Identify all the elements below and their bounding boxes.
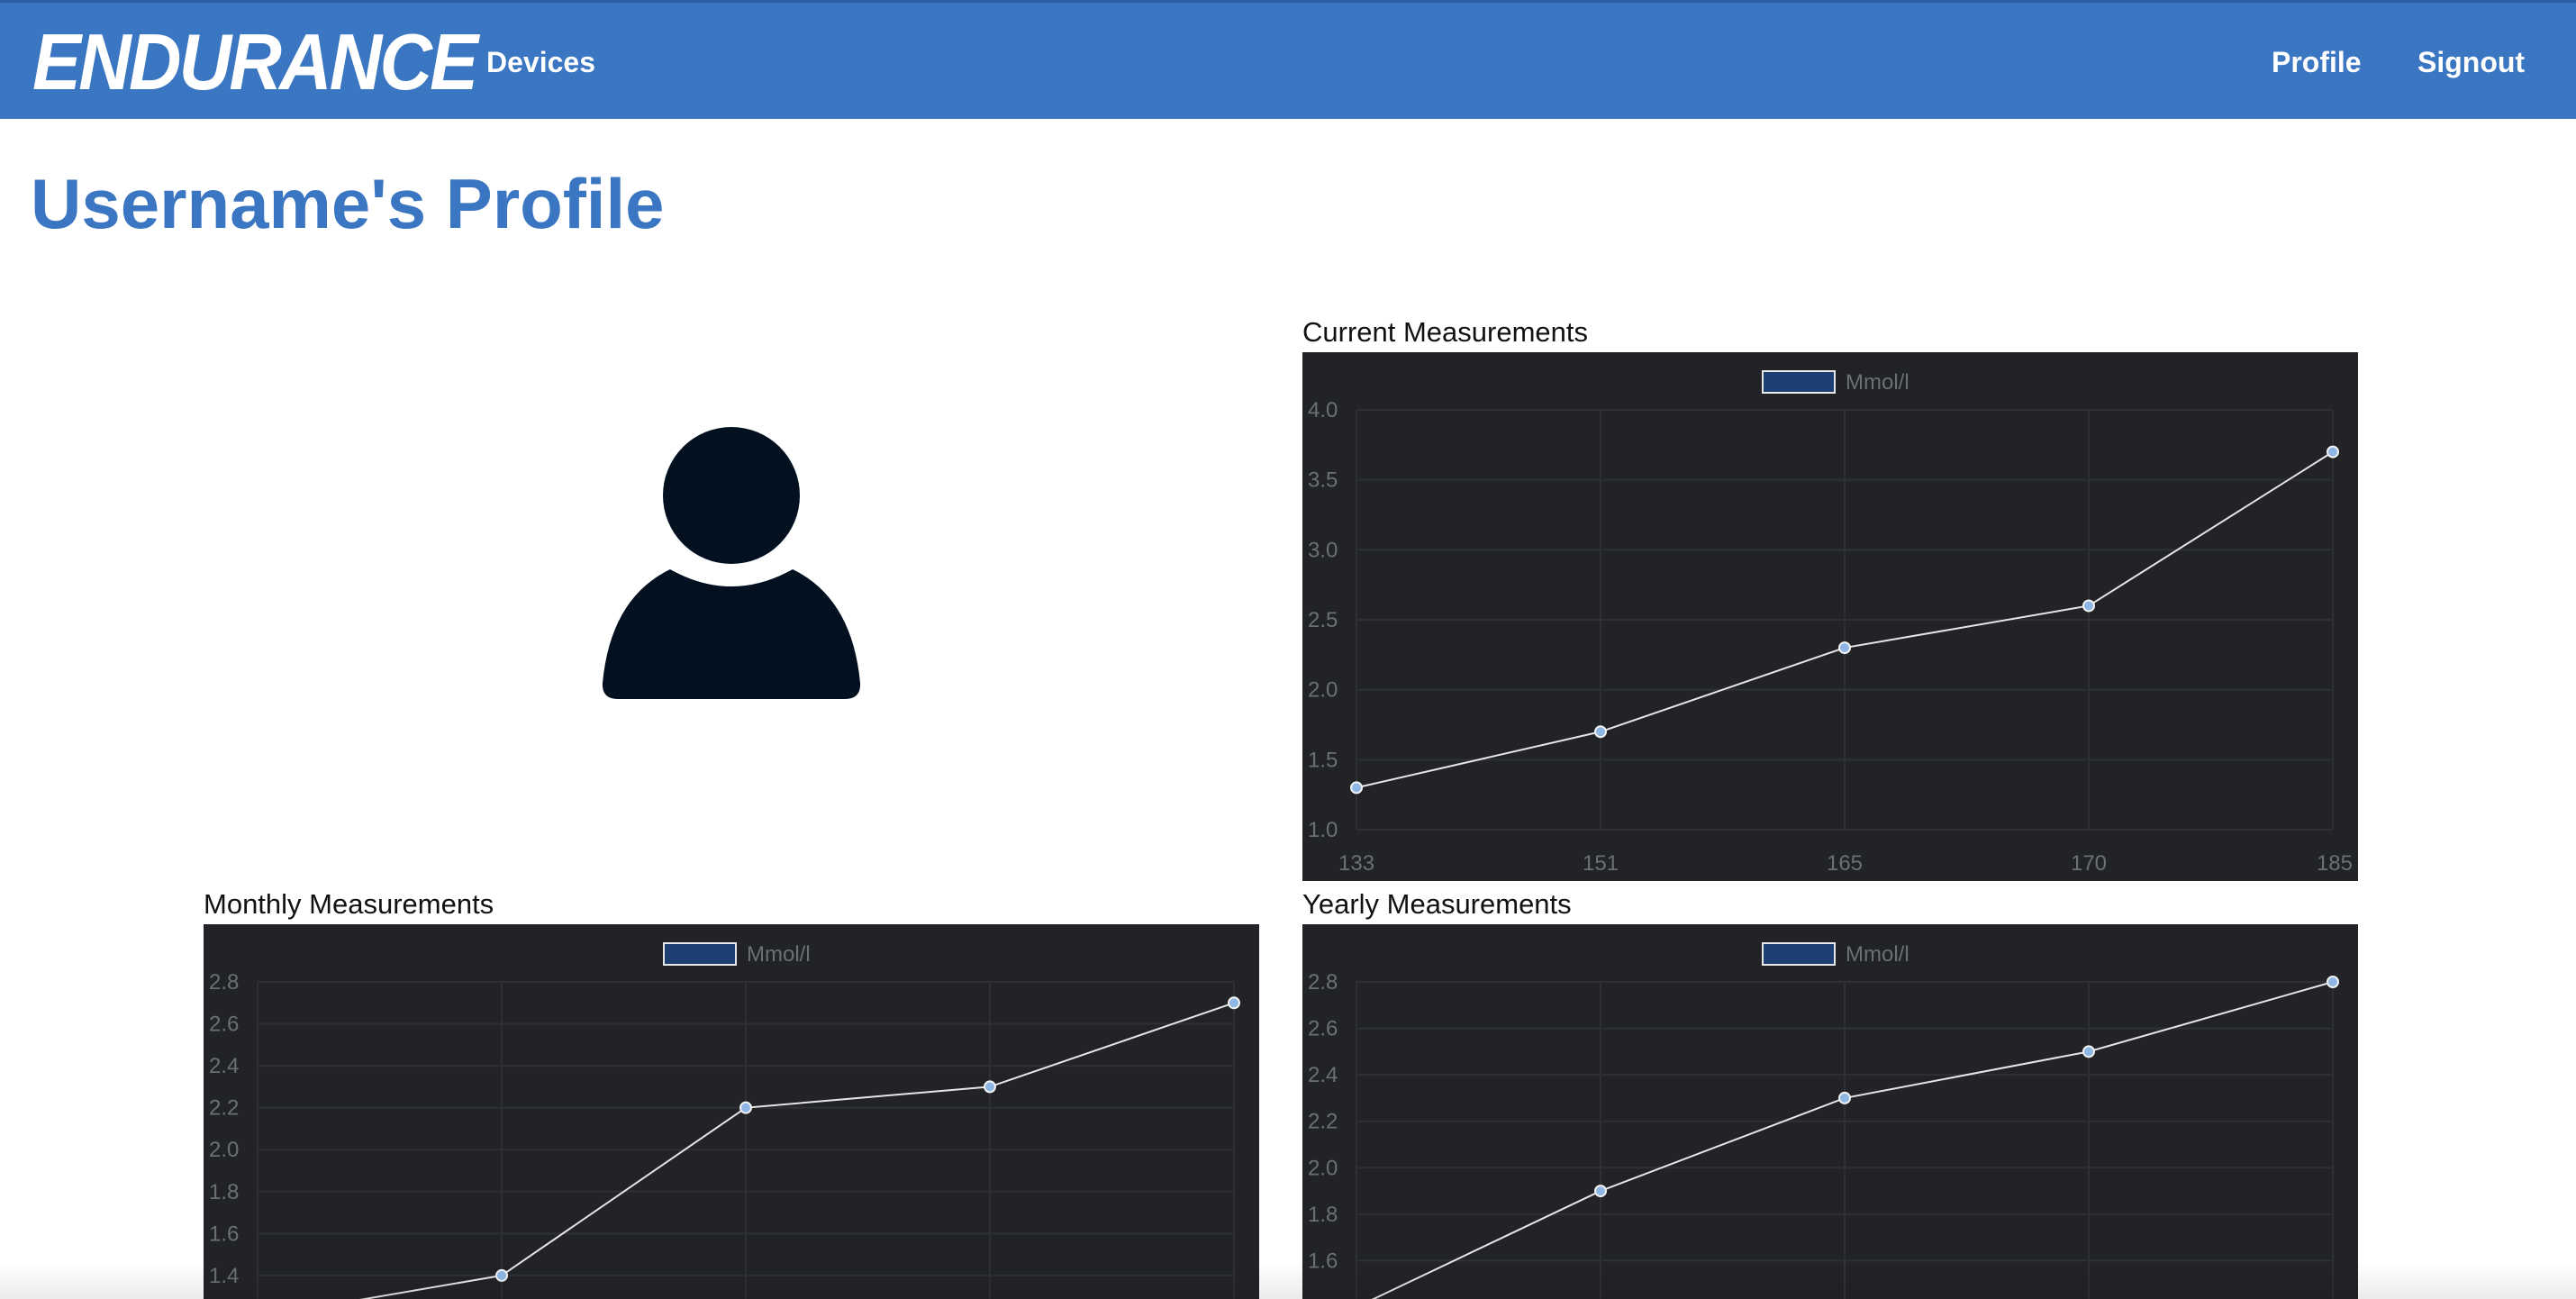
avatar-body — [602, 569, 861, 699]
brand-logo[interactable]: ENDURANCE — [32, 17, 478, 107]
y-tick-label: 2.0 — [1308, 1156, 1338, 1180]
data-point[interactable] — [2327, 976, 2339, 988]
y-tick-label: 1.6 — [209, 1222, 239, 1246]
y-tick-label: 1.8 — [1308, 1203, 1338, 1227]
y-tick-label: 4.0 — [1308, 398, 1338, 422]
y-tick-label: 2.8 — [209, 970, 239, 995]
x-tick-label: 165 — [1827, 851, 1863, 876]
user-silhouette-icon — [602, 427, 861, 699]
y-tick-label: 1.5 — [1308, 748, 1338, 772]
y-tick-label: 2.8 — [1308, 970, 1338, 995]
y-tick-label: 1.6 — [1308, 1249, 1338, 1273]
yearly-measurements-svg: Mmol/l 1.4 1.6 1.8 2.0 2.2 2.4 2.6 2.8 — [1308, 942, 2339, 1299]
legend-label: Mmol/l — [1846, 370, 1909, 395]
y-tick-label: 2.4 — [209, 1054, 239, 1078]
y-tick-label: 1.0 — [1308, 818, 1338, 842]
page-title: Username's Profile — [31, 164, 665, 243]
nav-link-devices[interactable]: Devices — [486, 39, 595, 86]
yearly-measurements-title: Yearly Measurements — [1302, 888, 1572, 920]
nav-link-signout[interactable]: Signout — [2417, 39, 2525, 86]
legend-swatch[interactable] — [663, 942, 737, 966]
avatar-head — [663, 427, 800, 564]
current-measurements-svg: Mmol/l 1.0 1.5 2.0 2.5 3.0 3.5 4.0 133 151 165 170 1… — [1308, 370, 2353, 876]
y-tick-label: 1.8 — [209, 1180, 239, 1204]
data-point[interactable] — [495, 1268, 508, 1282]
x-tick-label: 133 — [1338, 851, 1374, 876]
top-navbar: ENDURANCE Devices Profile Signout — [0, 0, 2576, 119]
y-tick-label: 3.5 — [1308, 468, 1338, 493]
data-point[interactable] — [1228, 996, 1240, 1010]
y-tick-label: 1.4 — [1308, 1295, 1338, 1299]
data-point[interactable] — [1594, 725, 1607, 739]
data-point[interactable] — [1838, 641, 1851, 655]
y-tick-label: 2.2 — [1308, 1110, 1338, 1134]
data-point[interactable] — [1594, 1185, 1607, 1198]
legend-label: Mmol/l — [747, 942, 811, 967]
x-tick-label: 185 — [2317, 851, 2353, 876]
y-tick-label: 2.6 — [209, 1013, 239, 1037]
data-point[interactable] — [739, 1101, 752, 1114]
y-tick-label: 2.4 — [1308, 1063, 1338, 1087]
data-point[interactable] — [2082, 599, 2095, 613]
legend-swatch[interactable] — [1762, 942, 1836, 966]
yearly-measurements-chart: Mmol/l 1.4 1.6 1.8 2.0 2.2 2.4 2.6 2.8 — [1302, 924, 2358, 1299]
y-tick-label: 1.4 — [209, 1264, 239, 1288]
y-tick-label: 3.0 — [1308, 538, 1338, 562]
data-point[interactable] — [2327, 445, 2339, 459]
x-tick-label: 170 — [2071, 851, 2107, 876]
x-tick-label: 151 — [1583, 851, 1619, 876]
current-measurements-title: Current Measurements — [1302, 316, 1589, 348]
monthly-measurements-title: Monthly Measurements — [204, 888, 494, 920]
current-measurements-chart: Mmol/l 1.0 1.5 2.0 2.5 3.0 3.5 4.0 133 151 165 170 1… — [1302, 352, 2358, 881]
y-tick-label: 2.5 — [1308, 608, 1338, 632]
data-point[interactable] — [1350, 781, 1363, 795]
data-point[interactable] — [1838, 1091, 1851, 1104]
monthly-measurements-svg: Mmol/l 1.4 1.6 1.8 2.0 2.2 2.4 2.6 2.8 — [209, 942, 1240, 1299]
y-tick-label: 2.2 — [209, 1096, 239, 1121]
legend-swatch[interactable] — [1762, 370, 1836, 394]
y-tick-label: 2.0 — [1308, 678, 1338, 703]
legend-label: Mmol/l — [1846, 942, 1909, 967]
y-tick-label: 2.0 — [209, 1138, 239, 1162]
nav-link-profile[interactable]: Profile — [2272, 39, 2362, 86]
monthly-measurements-chart: Mmol/l 1.4 1.6 1.8 2.0 2.2 2.4 2.6 2.8 — [204, 924, 1259, 1299]
y-tick-label: 2.6 — [1308, 1017, 1338, 1041]
data-point[interactable] — [2082, 1045, 2095, 1058]
data-point[interactable] — [984, 1080, 996, 1094]
